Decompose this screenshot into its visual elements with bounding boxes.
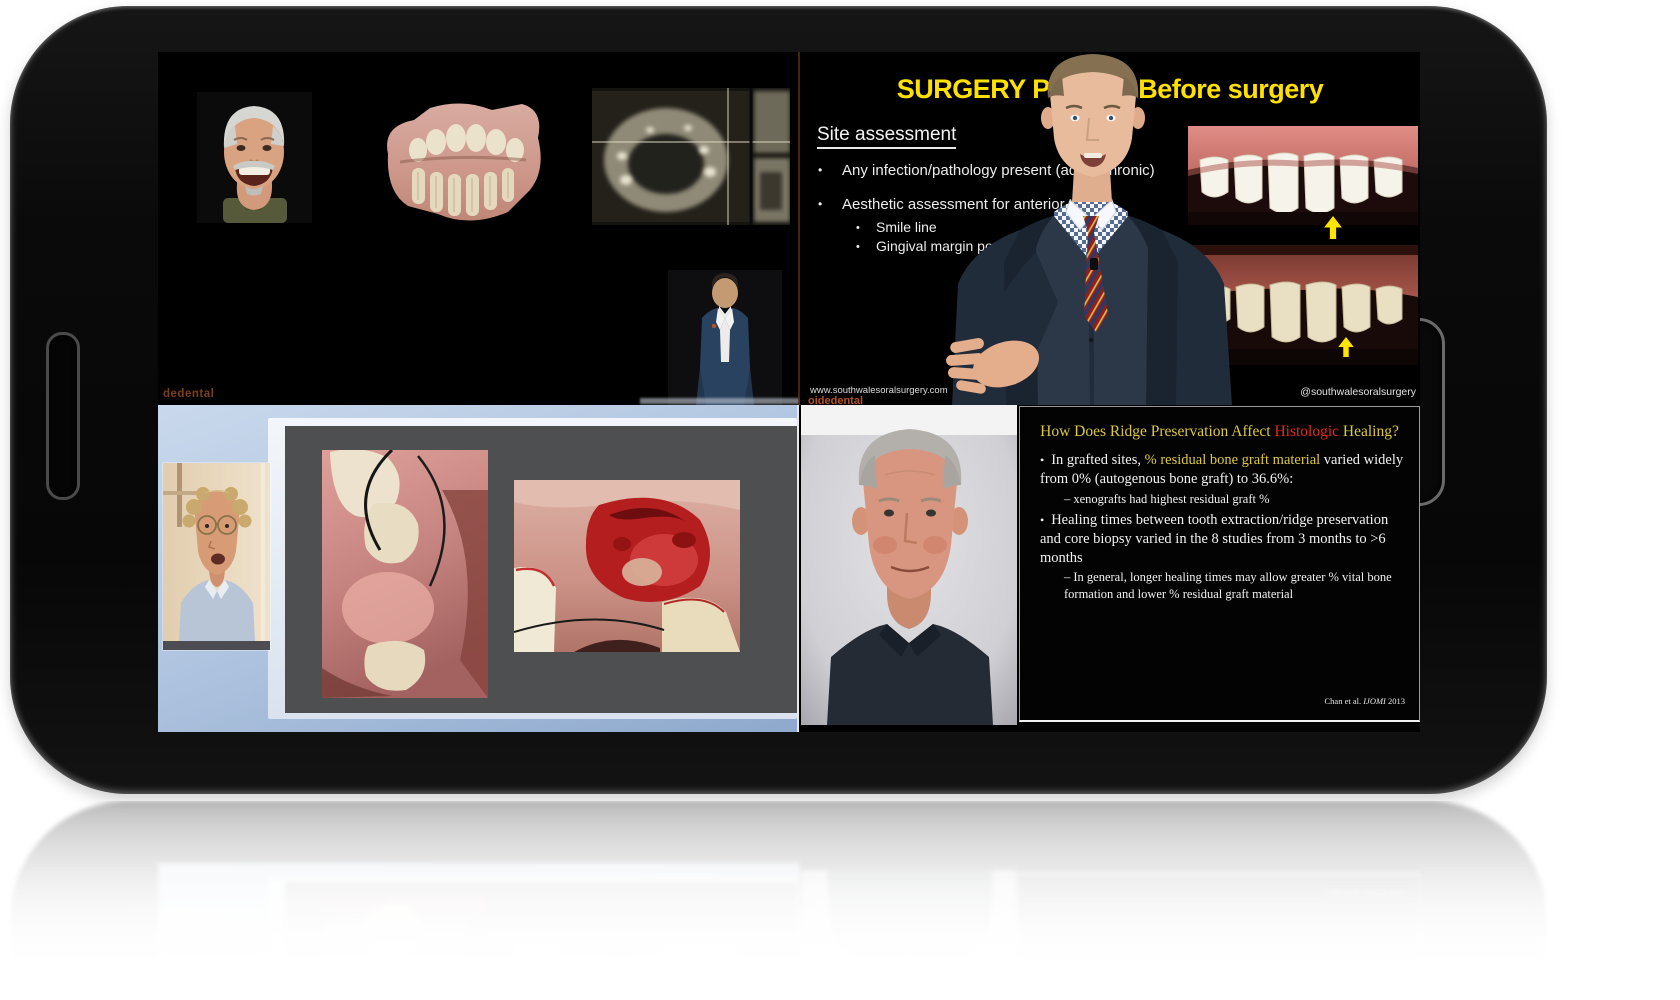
smiling-patient-illustration	[197, 92, 312, 223]
floor-strip	[640, 398, 800, 404]
ridge-sub-bullet: – In general, longer healing times may a…	[1064, 569, 1406, 602]
cbct-scan-image	[592, 88, 790, 225]
watermark-dedental: dedental	[163, 388, 214, 400]
video-tile-surgery-lecture: SURGERY PHASE: Before surgery Site asses…	[800, 52, 1420, 405]
dental-scan-illustration	[370, 92, 552, 232]
arrow-up-glyph	[1338, 337, 1354, 357]
phone-speaker-slot[interactable]	[46, 332, 80, 500]
cbct-illustration	[592, 88, 790, 225]
yellow-arrow-icon	[1324, 216, 1342, 239]
slide-sub-bullet: •Smile line	[856, 219, 937, 235]
page-background: dedental SURGERY PHASE: Before surgery S…	[0, 0, 1680, 1000]
watermark-brand: oidedental	[808, 395, 863, 405]
participant-webcam-illustration	[163, 463, 270, 650]
phone-reflection: dedental SURGERY PHASE: Before surgery S…	[10, 801, 1547, 1000]
surgical-site-illustration	[514, 480, 740, 652]
reflection-fade	[10, 801, 1547, 1000]
site-assessment-heading: Site assessment	[817, 124, 956, 149]
bullet-icon: •	[1040, 453, 1051, 467]
presenter-standing-video	[650, 266, 800, 405]
surgeon-presenter-video	[942, 52, 1240, 405]
slide-citation: Chan et al. IJOMI 2013	[1325, 696, 1406, 706]
participant-webcam-video	[801, 405, 1017, 725]
arrow-up-glyph	[1324, 216, 1342, 239]
bullet-icon: •	[856, 241, 876, 253]
ridge-slide-title: How Does Ridge Preservation Affect Histo…	[1020, 423, 1419, 441]
participant-webcam-video	[163, 463, 270, 650]
surgeon-presenter-illustration	[942, 52, 1240, 405]
video-tile-clinical-photos	[158, 405, 797, 732]
digital-dental-scan-image	[370, 92, 552, 232]
surgical-site-photo	[514, 480, 740, 652]
ridge-slide-body: •In grafted sites, % residual bone graft…	[1040, 451, 1406, 606]
watermark-social-handle: @southwalesoralsurgery	[1300, 386, 1416, 398]
ridge-preservation-slide: How Does Ridge Preservation Affect Histo…	[1019, 406, 1420, 722]
intraoral-photo-illustration	[322, 450, 488, 698]
smiling-patient-photo	[197, 92, 312, 223]
phone-device: dedental SURGERY PHASE: Before surgery S…	[10, 6, 1547, 794]
yellow-arrow-icon	[1338, 337, 1354, 357]
bullet-text: Smile line	[876, 219, 937, 235]
bullet-icon: •	[1040, 513, 1051, 527]
bullet-icon: •	[856, 222, 876, 234]
bullet-icon: •	[818, 197, 842, 211]
ridge-bullet: •Healing times between tooth extraction/…	[1040, 511, 1406, 568]
ridge-bullet: •In grafted sites, % residual bone graft…	[1040, 451, 1406, 489]
standing-presenter-illustration	[650, 266, 800, 405]
participant-webcam-illustration	[801, 405, 1017, 725]
video-wall-screen: dedental SURGERY PHASE: Before surgery S…	[158, 52, 1420, 732]
video-tile-case-overview: dedental	[158, 52, 800, 405]
video-tile-ridge-discussion: How Does Ridge Preservation Affect Histo…	[797, 405, 1420, 732]
ridge-sub-bullet: – xenografts had highest residual graft …	[1064, 491, 1406, 507]
bullet-icon: •	[818, 163, 842, 177]
intraoral-buccal-photo	[322, 450, 488, 698]
